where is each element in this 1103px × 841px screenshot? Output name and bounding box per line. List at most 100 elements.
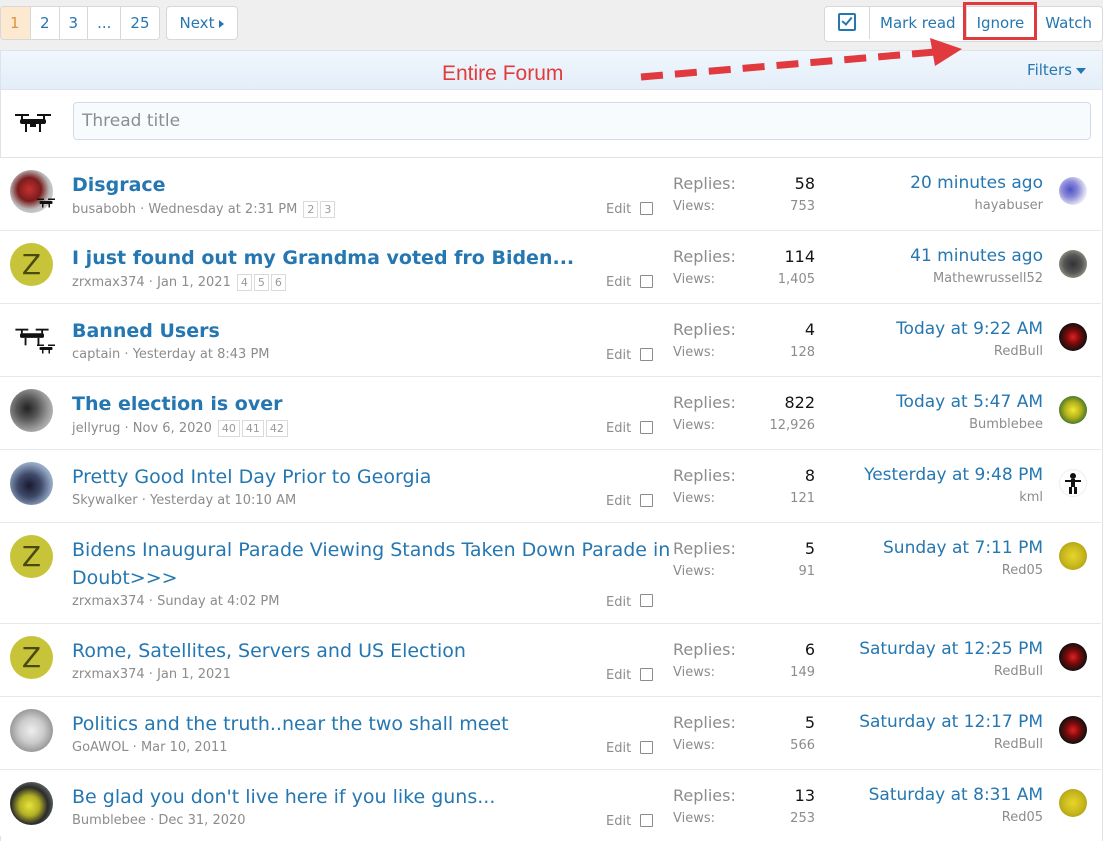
last-post-time[interactable]: 41 minutes ago xyxy=(910,246,1043,266)
thread-title-link[interactable]: Pretty Good Intel Day Prior to Georgia xyxy=(72,463,431,491)
page-jump-ellipsis[interactable]: ... xyxy=(87,7,121,39)
edit-link[interactable]: Edit xyxy=(606,202,631,217)
select-thread-checkbox[interactable] xyxy=(640,275,653,288)
thread-row[interactable]: Z Rome, Satellites, Servers and US Elect… xyxy=(0,624,1101,697)
thread-author-avatar[interactable]: Z xyxy=(10,636,53,679)
edit-link[interactable]: Edit xyxy=(606,668,631,683)
last-post-user[interactable]: Bumblebee xyxy=(969,417,1043,432)
thread-author-avatar[interactable] xyxy=(10,782,53,825)
select-thread-checkbox[interactable] xyxy=(640,814,653,827)
filters-button[interactable]: Filters xyxy=(1027,61,1086,79)
select-thread-checkbox[interactable] xyxy=(640,202,653,215)
select-thread-checkbox[interactable] xyxy=(640,594,653,607)
edit-link[interactable]: Edit xyxy=(606,348,631,363)
thread-page-link[interactable]: 42 xyxy=(265,420,288,437)
thread-title-link[interactable]: Be glad you don't live here if you like … xyxy=(72,783,495,811)
page-3-link[interactable]: 3 xyxy=(58,7,88,39)
edit-link[interactable]: Edit xyxy=(606,595,631,610)
last-post-time[interactable]: Sunday at 7:11 PM xyxy=(883,538,1043,558)
edit-link[interactable]: Edit xyxy=(606,741,631,756)
thread-title-input[interactable] xyxy=(73,102,1091,140)
thread-author[interactable]: Skywalker xyxy=(72,493,138,508)
mark-read-button[interactable]: Mark read xyxy=(869,7,966,39)
select-thread-checkbox[interactable] xyxy=(640,494,653,507)
thread-author[interactable]: busabobh xyxy=(72,202,136,217)
thread-row[interactable]: The election is over jellyrug · Nov 6, 2… xyxy=(0,377,1101,450)
thread-author-avatar[interactable] xyxy=(10,462,53,505)
last-poster-avatar[interactable] xyxy=(1059,250,1087,278)
thread-author[interactable]: GoAWOL xyxy=(72,740,129,755)
next-page-button[interactable]: Next xyxy=(165,6,239,40)
last-poster-avatar[interactable] xyxy=(1059,396,1087,424)
last-poster-avatar[interactable] xyxy=(1059,716,1087,744)
thread-page-link[interactable]: 40 xyxy=(217,420,240,437)
thread-start-date[interactable]: Wednesday at 2:31 PM xyxy=(148,202,297,217)
thread-author-avatar[interactable] xyxy=(10,389,53,432)
thread-row[interactable]: Z Bidens Inaugural Parade Viewing Stands… xyxy=(0,523,1101,624)
last-post-user[interactable]: Red05 xyxy=(1002,810,1043,825)
thread-row[interactable]: Politics and the truth..near the two sha… xyxy=(0,697,1101,770)
thread-page-link[interactable]: 4 xyxy=(236,274,252,291)
last-poster-avatar[interactable] xyxy=(1059,643,1087,671)
thread-page-link[interactable]: 2 xyxy=(303,201,319,218)
thread-start-date[interactable]: Nov 6, 2020 xyxy=(133,421,212,436)
thread-title-link[interactable]: Politics and the truth..near the two sha… xyxy=(72,710,509,738)
last-post-user[interactable]: kml xyxy=(1019,490,1043,505)
last-poster-avatar[interactable] xyxy=(1059,469,1087,497)
page-1-link[interactable]: 1 xyxy=(1,7,30,39)
thread-start-date[interactable]: Dec 31, 2020 xyxy=(158,813,245,828)
select-checkbox-button[interactable] xyxy=(825,7,869,39)
thread-author-avatar[interactable] xyxy=(10,709,53,752)
select-thread-checkbox[interactable] xyxy=(640,348,653,361)
last-poster-avatar[interactable] xyxy=(1059,323,1087,351)
last-post-time[interactable]: Saturday at 12:17 PM xyxy=(859,712,1043,732)
last-poster-avatar[interactable] xyxy=(1059,542,1087,570)
edit-link[interactable]: Edit xyxy=(606,814,631,829)
thread-page-link[interactable]: 3 xyxy=(320,201,336,218)
edit-link[interactable]: Edit xyxy=(606,494,631,509)
thread-page-link[interactable]: 41 xyxy=(241,420,264,437)
last-post-user[interactable]: RedBull xyxy=(994,664,1043,679)
last-post-user[interactable]: RedBull xyxy=(994,737,1043,752)
page-25-link[interactable]: 25 xyxy=(120,7,159,39)
thread-start-date[interactable]: Sunday at 4:02 PM xyxy=(157,594,279,609)
select-thread-checkbox[interactable] xyxy=(640,668,653,681)
last-poster-avatar[interactable] xyxy=(1059,789,1087,817)
thread-title-link[interactable]: The election is over xyxy=(72,390,282,418)
thread-row[interactable]: Disgrace busabobh · Wednesday at 2:31 PM… xyxy=(0,158,1101,231)
thread-author[interactable]: zrxmax374 xyxy=(72,275,145,290)
last-post-user[interactable]: RedBull xyxy=(994,344,1043,359)
thread-title-link[interactable]: Banned Users xyxy=(72,317,220,345)
last-post-time[interactable]: Yesterday at 9:48 PM xyxy=(864,465,1043,485)
edit-link[interactable]: Edit xyxy=(606,421,631,436)
thread-row[interactable]: Z I just found out my Grandma voted fro … xyxy=(0,231,1101,304)
last-post-user[interactable]: Red05 xyxy=(1002,563,1043,578)
thread-author-avatar[interactable]: Z xyxy=(10,243,53,286)
thread-title-link[interactable]: I just found out my Grandma voted fro Bi… xyxy=(72,244,574,272)
select-thread-checkbox[interactable] xyxy=(640,421,653,434)
last-post-user[interactable]: Mathewrussell52 xyxy=(933,271,1043,286)
thread-start-date[interactable]: Mar 10, 2011 xyxy=(141,740,228,755)
thread-author[interactable]: zrxmax374 xyxy=(72,667,145,682)
thread-title-link[interactable]: Bidens Inaugural Parade Viewing Stands T… xyxy=(72,536,670,592)
last-post-time[interactable]: Saturday at 12:25 PM xyxy=(859,639,1043,659)
page-2-link[interactable]: 2 xyxy=(30,7,59,39)
select-thread-checkbox[interactable] xyxy=(640,741,653,754)
thread-row[interactable]: Be glad you don't live here if you like … xyxy=(0,770,1101,836)
thread-title-link[interactable]: Rome, Satellites, Servers and US Electio… xyxy=(72,637,466,665)
thread-author[interactable]: Bumblebee xyxy=(72,813,146,828)
edit-link[interactable]: Edit xyxy=(606,275,631,290)
last-post-time[interactable]: Saturday at 8:31 AM xyxy=(869,785,1043,805)
thread-start-date[interactable]: Yesterday at 8:43 PM xyxy=(133,347,270,362)
thread-page-link[interactable]: 5 xyxy=(253,274,269,291)
thread-title-link[interactable]: Disgrace xyxy=(72,171,166,199)
thread-start-date[interactable]: Yesterday at 10:10 AM xyxy=(150,493,296,508)
last-post-time[interactable]: 20 minutes ago xyxy=(910,173,1043,193)
thread-row[interactable]: Pretty Good Intel Day Prior to Georgia S… xyxy=(0,450,1101,523)
thread-start-date[interactable]: Jan 1, 2021 xyxy=(157,667,231,682)
thread-author-avatar[interactable]: Z xyxy=(10,535,53,578)
last-poster-avatar[interactable] xyxy=(1059,177,1087,205)
last-post-user[interactable]: hayabuser xyxy=(975,198,1043,213)
last-post-time[interactable]: Today at 5:47 AM xyxy=(896,392,1043,412)
thread-author[interactable]: jellyrug xyxy=(72,421,120,436)
